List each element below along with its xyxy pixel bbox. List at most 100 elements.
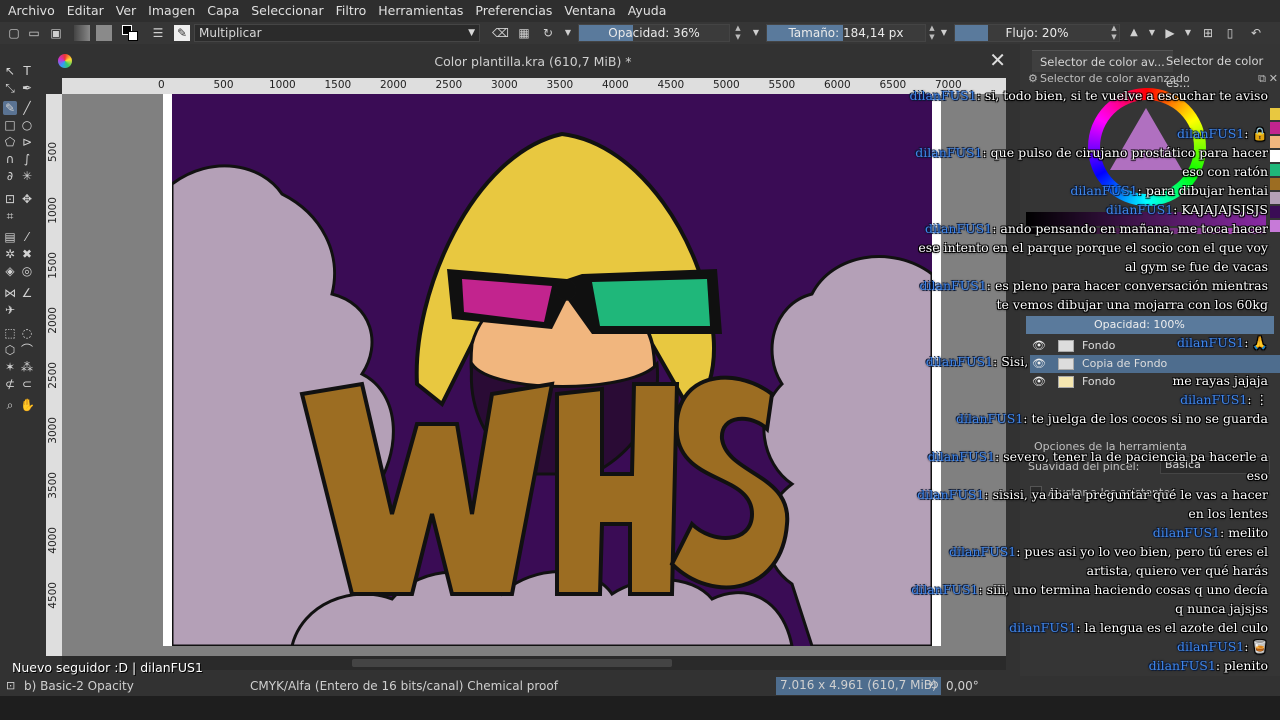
enclose-fill-tool-icon[interactable]: ◎ [20, 264, 34, 278]
menu-item-imagen[interactable]: Imagen [144, 0, 199, 22]
text-tool-icon[interactable]: T [20, 64, 34, 78]
layer-row[interactable]: 👁 Fondo [1030, 373, 1280, 391]
colorize-mask-tool-icon[interactable]: ✲ [3, 247, 17, 261]
visibility-eye-icon[interactable]: 👁 [1032, 337, 1046, 355]
alpha-lock-icon[interactable]: ▦ [516, 25, 532, 41]
swatch-yellow[interactable] [1270, 108, 1280, 120]
float-panel-icon[interactable]: ⧉ [1258, 72, 1266, 86]
swatch-skin[interactable] [1270, 136, 1280, 148]
dynamic-brush-tool-icon[interactable]: ∂ [3, 169, 17, 183]
horizontal-scrollbar[interactable] [62, 656, 1006, 670]
multibrush-tool-icon[interactable]: ✳ [20, 169, 34, 183]
status-brush[interactable]: b) Basic-2 Opacity [24, 679, 134, 693]
reload-preset-icon[interactable]: ↻ [540, 25, 556, 41]
save-document-icon[interactable]: ▣ [48, 25, 64, 41]
select-shape-tool-icon[interactable]: ↖ [3, 64, 17, 78]
brush-settings-icon[interactable]: ☰ [150, 25, 166, 41]
mirror-horizontal-icon[interactable]: ▲ [1126, 25, 1142, 41]
contiguous-select-tool-icon[interactable]: ✶ [3, 360, 17, 374]
brush-preset-icon[interactable]: ✎ [174, 25, 190, 41]
swatch-magenta[interactable] [1270, 122, 1280, 134]
undo-icon[interactable]: ↶ [1248, 25, 1264, 41]
similar-select-tool-icon[interactable]: ⁂ [20, 360, 34, 374]
tab-specific-color-selector[interactable]: Selector de color es... [1158, 50, 1280, 90]
pattern-preset-icon[interactable] [96, 25, 112, 41]
chevron-down-icon[interactable]: ▼ [1144, 25, 1160, 41]
menu-item-ventana[interactable]: Ventana [560, 0, 619, 22]
close-document-icon[interactable]: ✕ [989, 50, 1006, 70]
magnetic-select-tool-icon[interactable]: ⊂ [20, 377, 34, 391]
fg-bg-color-icon[interactable] [122, 25, 138, 41]
menu-item-ayuda[interactable]: Ayuda [624, 0, 671, 22]
polyline-tool-icon[interactable]: ⊳ [20, 135, 34, 149]
swatch-violet[interactable] [1270, 220, 1280, 232]
canvas-only-icon[interactable]: ▯ [1222, 25, 1238, 41]
new-document-icon[interactable]: ▢ [6, 25, 22, 41]
document-title[interactable]: Color plantilla.kra (610,7 MiB) * [46, 54, 1020, 69]
polygon-tool-icon[interactable]: ⬠ [3, 135, 17, 149]
menu-item-capa[interactable]: Capa [203, 0, 243, 22]
transform-tool-icon[interactable]: ⊡ [3, 192, 17, 206]
scrollbar-thumb[interactable] [352, 659, 672, 667]
pan-tool-icon[interactable]: ✋ [20, 398, 35, 412]
chevron-down-icon[interactable]: ▼ [936, 25, 952, 41]
smart-patch-tool-icon[interactable]: ✖ [20, 247, 34, 261]
status-colorspace[interactable]: CMYK/Alfa (Entero de 16 bits/canal) Chem… [250, 679, 558, 693]
blend-mode-select[interactable]: Multiplicar ▼ [194, 24, 480, 42]
layer-row[interactable]: 👁 Fondo [1030, 337, 1280, 355]
opacity-slider[interactable]: Opacidad: 36% [578, 24, 730, 42]
menu-item-archivo[interactable]: Archivo [4, 0, 59, 22]
swatch-green[interactable] [1270, 164, 1280, 176]
gradient-tool-icon[interactable]: ▤ [3, 230, 17, 244]
swatch-white[interactable] [1270, 150, 1280, 162]
bezier-select-tool-icon[interactable]: ⊄ [3, 377, 17, 391]
rectangle-tool-icon[interactable]: □ [3, 118, 17, 132]
menu-item-preferencias[interactable]: Preferencias [471, 0, 556, 22]
mirror-vertical-icon[interactable]: ▶ [1162, 25, 1178, 41]
status-dimensions[interactable]: 7.016 x 4.961 (610,7 MiB) [776, 677, 941, 695]
calligraphy-tool-icon[interactable]: ✒ [20, 81, 34, 95]
freehand-select-tool-icon[interactable]: ⌒ [20, 343, 34, 357]
reference-image-tool-icon[interactable]: ✈ [3, 303, 17, 317]
menu-item-editar[interactable]: Editar [63, 0, 108, 22]
zoom-tool-icon[interactable]: ⌕ [3, 398, 17, 412]
polygon-select-tool-icon[interactable]: ⬡ [3, 343, 17, 357]
rect-select-tool-icon[interactable]: ⬚ [3, 326, 17, 340]
tab-advanced-color-selector[interactable]: Selector de color av... [1032, 50, 1173, 72]
visibility-eye-icon[interactable]: 👁 [1032, 373, 1046, 391]
horizontal-ruler[interactable]: 0 500 1000 1500 2000 2500 3000 3500 4000 4500 5000… [62, 78, 1006, 94]
open-document-icon[interactable]: ▭ [26, 25, 42, 41]
ellipse-select-tool-icon[interactable]: ◌ [20, 326, 34, 340]
opacity-stepper[interactable]: ▲ ▼ [732, 24, 744, 42]
size-slider[interactable]: Tamaño: 184,14 px [766, 24, 926, 42]
crop-tool-icon[interactable]: ⌗ [3, 209, 17, 223]
menu-item-herramientas[interactable]: Herramientas [374, 0, 467, 22]
flow-slider[interactable]: Flujo: 20% [954, 24, 1120, 42]
wrap-around-icon[interactable]: ⊞ [1200, 25, 1216, 41]
vertical-ruler[interactable]: 500 1000 1500 2000 2500 3000 3500 4000 4500 [46, 94, 62, 656]
artwork[interactable] [172, 94, 932, 646]
ellipse-tool-icon[interactable]: ○ [20, 118, 34, 132]
swatch-purple[interactable] [1270, 206, 1280, 218]
menu-item-seleccionar[interactable]: Seleccionar [247, 0, 327, 22]
menu-item-filtro[interactable]: Filtro [332, 0, 371, 22]
fill-tool-icon[interactable]: ◈ [3, 264, 17, 278]
menu-item-ver[interactable]: Ver [112, 0, 140, 22]
measure-tool-icon[interactable]: ∠ [20, 286, 34, 300]
chevron-down-icon[interactable]: ▼ [748, 25, 764, 41]
freehand-path-tool-icon[interactable]: ∫ [20, 152, 34, 166]
swatch-lilac[interactable] [1270, 192, 1280, 204]
chevron-down-icon[interactable]: ▼ [1180, 25, 1196, 41]
panel-settings-icon[interactable]: ⚙ [1028, 72, 1038, 85]
rotate-icon[interactable]: ⟲ [928, 678, 938, 692]
flow-stepper[interactable]: ▲ ▼ [1108, 24, 1120, 42]
chevron-down-icon[interactable]: ▼ [560, 25, 576, 41]
line-tool-icon[interactable]: ╱ [20, 101, 34, 115]
close-panel-icon[interactable]: ✕ [1269, 72, 1278, 85]
bezier-tool-icon[interactable]: ∩ [3, 152, 17, 166]
move-tool-icon[interactable]: ✥ [20, 192, 34, 206]
visibility-eye-icon[interactable]: 👁 [1032, 355, 1046, 373]
status-rotation[interactable]: 0,00° [946, 679, 979, 693]
freehand-brush-tool-icon[interactable]: ✎ [3, 101, 17, 115]
color-picker-tool-icon[interactable]: ⁄ [20, 230, 34, 244]
